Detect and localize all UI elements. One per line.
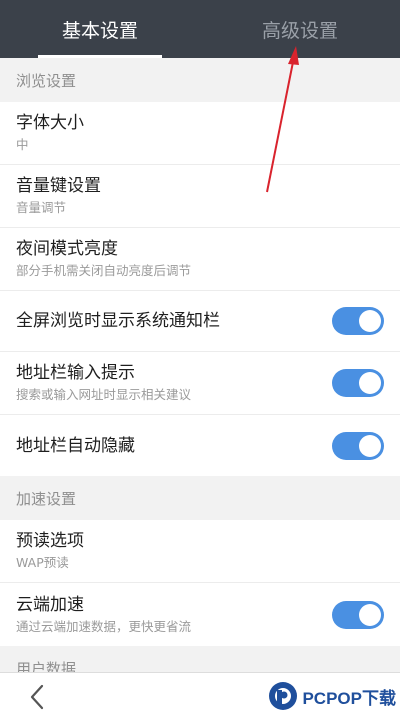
item-title: 字体大小 bbox=[16, 113, 84, 133]
watermark-text: PCPOP下载 bbox=[302, 688, 396, 708]
bottom-bar: PCPOP下载 bbox=[0, 672, 400, 720]
section-header-acceleration: 加速设置 bbox=[0, 476, 400, 520]
item-subtitle: 搜索或输入网址时显示相关建议 bbox=[16, 387, 192, 402]
volume-key-item[interactable]: 音量键设置 音量调节 bbox=[0, 165, 400, 228]
address-bar-autohide-item: 地址栏自动隐藏 bbox=[0, 415, 400, 476]
toggle-knob bbox=[359, 434, 381, 457]
fullscreen-notification-toggle[interactable] bbox=[332, 307, 384, 335]
item-title: 地址栏自动隐藏 bbox=[16, 435, 135, 456]
address-bar-hint-toggle[interactable] bbox=[332, 369, 384, 397]
item-title: 预读选项 bbox=[16, 531, 84, 551]
toggle-knob bbox=[359, 372, 381, 394]
cloud-acceleration-toggle[interactable] bbox=[332, 600, 384, 629]
toggle-knob bbox=[359, 310, 381, 332]
tab-bar: 基本设置 高级设置 bbox=[0, 0, 400, 58]
toggle-knob bbox=[359, 603, 381, 626]
tab-advanced-settings[interactable]: 高级设置 bbox=[200, 0, 400, 58]
item-title: 夜间模式亮度 bbox=[16, 239, 118, 259]
address-bar-autohide-toggle[interactable] bbox=[332, 431, 384, 460]
pcpop-logo-icon bbox=[269, 682, 298, 710]
preload-option-item[interactable]: 预读选项 WAP预读 bbox=[0, 520, 400, 583]
item-title: 音量键设置 bbox=[16, 176, 101, 196]
font-size-item[interactable]: 字体大小 中 bbox=[0, 102, 400, 165]
item-title: 全屏浏览时显示系统通知栏 bbox=[16, 311, 220, 331]
night-mode-brightness-item[interactable]: 夜间模式亮度 部分手机需关闭自动亮度后调节 bbox=[0, 228, 400, 291]
settings-list[interactable]: 浏览设置 字体大小 中 音量键设置 音量调节 夜间模式亮度 部分手机需关闭自动亮… bbox=[0, 58, 400, 672]
address-bar-hint-item: 地址栏输入提示 搜索或输入网址时显示相关建议 bbox=[0, 352, 400, 415]
item-subtitle: 中 bbox=[16, 137, 29, 152]
item-subtitle: 部分手机需关闭自动亮度后调节 bbox=[16, 263, 192, 278]
section-header-user-data: 用户数据 bbox=[0, 646, 400, 672]
item-subtitle: WAP预读 bbox=[16, 555, 69, 570]
section-header-browsing: 浏览设置 bbox=[0, 58, 400, 102]
item-title: 地址栏输入提示 bbox=[16, 363, 135, 383]
item-title: 云端加速 bbox=[16, 594, 84, 615]
back-button[interactable] bbox=[20, 681, 54, 713]
fullscreen-notification-item: 全屏浏览时显示系统通知栏 bbox=[0, 291, 400, 352]
watermark-logo: PCPOP下载 bbox=[268, 681, 396, 711]
item-subtitle: 音量调节 bbox=[16, 200, 67, 215]
tab-basic-settings[interactable]: 基本设置 bbox=[0, 0, 200, 58]
chevron-left-icon bbox=[30, 684, 44, 710]
item-subtitle: 通过云端加速数据，更快更省流 bbox=[16, 618, 192, 634]
cloud-acceleration-item: 云端加速 通过云端加速数据，更快更省流 bbox=[0, 583, 400, 646]
